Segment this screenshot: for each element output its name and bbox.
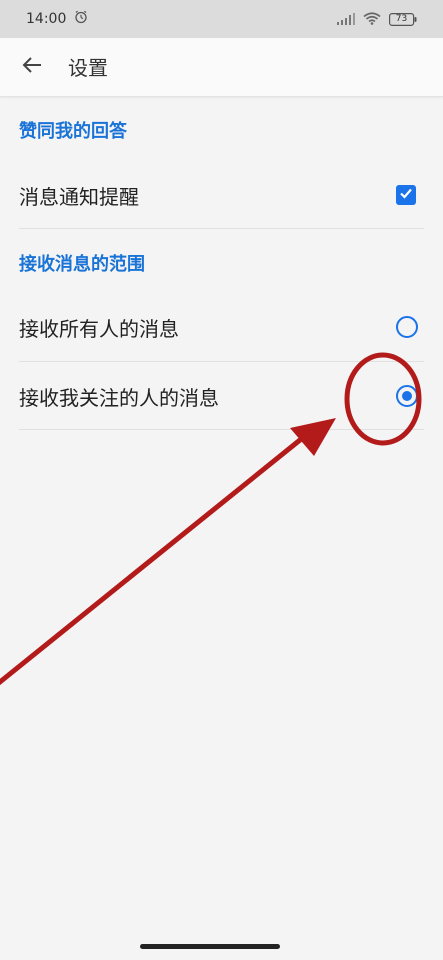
divider bbox=[19, 228, 424, 229]
status-right: 73 bbox=[337, 10, 417, 29]
wifi-icon bbox=[363, 10, 381, 29]
back-button[interactable] bbox=[18, 53, 46, 81]
radio-selected-dot bbox=[402, 391, 412, 401]
app-bar: 设置 bbox=[0, 38, 443, 97]
battery-level: 73 bbox=[395, 13, 408, 24]
divider bbox=[19, 361, 424, 362]
notify-checkbox[interactable] bbox=[396, 185, 416, 205]
range-option-following[interactable]: 接收我关注的人的消息 bbox=[0, 363, 443, 429]
range-option-all[interactable]: 接收所有人的消息 bbox=[0, 294, 443, 360]
notify-row[interactable]: 消息通知提醒 bbox=[0, 162, 443, 228]
battery-icon: 73 bbox=[389, 12, 417, 26]
status-bar: 14:00 73 bbox=[0, 0, 443, 38]
signal-icon bbox=[337, 10, 355, 29]
alarm-icon bbox=[74, 10, 88, 28]
home-indicator[interactable] bbox=[140, 944, 280, 949]
divider bbox=[19, 429, 424, 430]
section-header-range: 接收消息的范围 bbox=[19, 254, 145, 275]
range-option-following-radio[interactable] bbox=[396, 385, 418, 407]
annotation-arrow bbox=[0, 418, 336, 686]
status-time: 14:00 bbox=[26, 11, 67, 27]
range-option-all-radio[interactable] bbox=[396, 316, 418, 338]
notify-label: 消息通知提醒 bbox=[19, 184, 139, 209]
arrow-left-icon bbox=[21, 54, 43, 80]
page-title: 设置 bbox=[68, 56, 108, 80]
status-left: 14:00 bbox=[26, 10, 88, 28]
check-icon bbox=[398, 185, 414, 205]
range-option-following-label: 接收我关注的人的消息 bbox=[19, 385, 219, 410]
annotation-overlay bbox=[0, 352, 422, 686]
range-option-all-label: 接收所有人的消息 bbox=[19, 316, 179, 341]
section-header-likes: 赞同我的回答 bbox=[19, 121, 127, 142]
